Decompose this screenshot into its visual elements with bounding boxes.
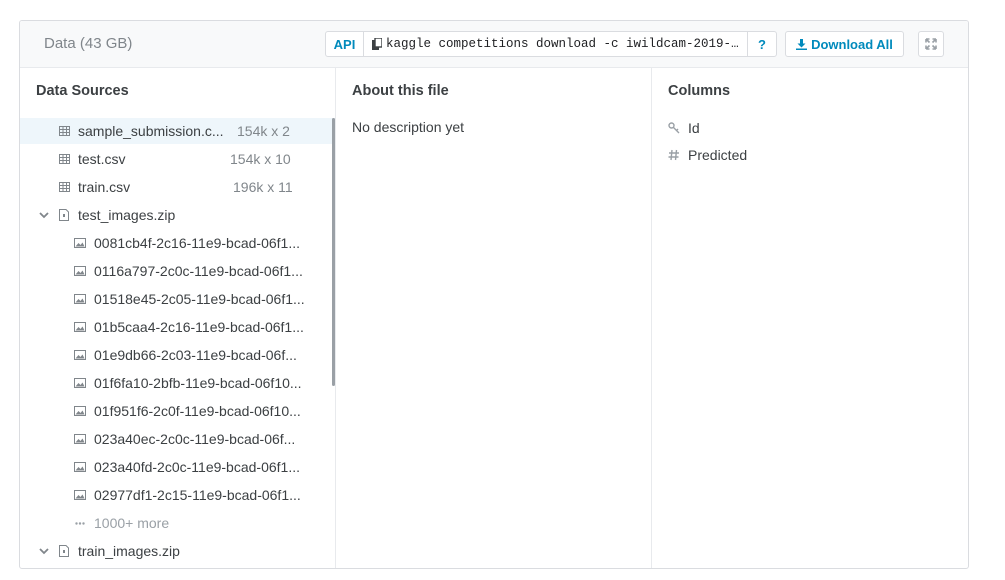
hash-icon: [668, 149, 679, 161]
image-name: 02977df1-2c15-11e9-bcad-06f1...: [94, 487, 301, 503]
file-row-test-csv[interactable]: test.csv 154k x 10: [20, 146, 335, 172]
data-header: Data (43 GB) API kaggle competitions dow…: [20, 21, 968, 68]
image-name: 01f951f6-2c0f-11e9-bcad-06f10...: [94, 403, 301, 419]
folder-name: train_images.zip: [78, 543, 180, 559]
columns-column: Columns Id Predicted: [652, 68, 968, 568]
column-item-predicted[interactable]: Predicted: [668, 147, 747, 163]
file-name: train.csv: [78, 179, 131, 195]
image-icon: [74, 322, 86, 332]
api-command-box: API kaggle competitions download -c iwil…: [325, 31, 777, 57]
image-row[interactable]: 02977df1-2c15-11e9-bcad-06f1...: [20, 482, 335, 508]
api-command-text: kaggle competitions download -c iwildcam…: [386, 37, 746, 51]
image-icon: [74, 406, 86, 416]
api-button[interactable]: API: [326, 32, 364, 56]
file-dimensions: 154k x 10: [230, 151, 291, 167]
file-tree: sample_submission.c... 154k x 2 test.csv…: [20, 118, 335, 568]
image-name: 01b5caa4-2c16-11e9-bcad-06f1...: [94, 319, 304, 335]
image-row[interactable]: 01f951f6-2c0f-11e9-bcad-06f10...: [20, 398, 335, 424]
about-file-title: About this file: [352, 83, 449, 99]
chevron-down-icon[interactable]: [39, 547, 49, 555]
folder-name: test_images.zip: [78, 207, 176, 223]
file-dimensions: 154k x 2: [237, 123, 290, 139]
table-icon: [59, 182, 70, 192]
expand-button[interactable]: [918, 31, 944, 57]
image-row[interactable]: 0116a797-2c0c-11e9-bcad-06f1...: [20, 258, 335, 284]
image-icon: [74, 378, 86, 388]
folder-row-train-images[interactable]: train_images.zip: [20, 538, 335, 564]
table-icon: [59, 154, 70, 164]
key-icon: [668, 122, 680, 134]
help-button[interactable]: ?: [747, 32, 776, 56]
image-name: 0116a797-2c0c-11e9-bcad-06f1...: [94, 263, 303, 279]
tree-scrollbar[interactable]: [332, 118, 335, 386]
file-name: test.csv: [78, 151, 126, 167]
column-item-id[interactable]: Id: [668, 120, 700, 136]
about-file-column: About this file No description yet: [336, 68, 652, 568]
image-row[interactable]: 01e9db66-2c03-11e9-bcad-06f...: [20, 342, 335, 368]
image-icon: [74, 434, 86, 444]
image-row[interactable]: 0081cb4f-2c16-11e9-bcad-06f1...: [20, 230, 335, 256]
download-all-button[interactable]: Download All: [785, 31, 904, 57]
columns-title: Columns: [668, 83, 731, 99]
zip-file-icon: [59, 209, 69, 221]
file-description: No description yet: [352, 119, 465, 135]
file-row-sample-submission[interactable]: sample_submission.c... 154k x 2: [20, 118, 335, 144]
image-icon: [74, 350, 86, 360]
download-icon: [796, 38, 808, 50]
file-row-train-csv[interactable]: train.csv 196k x 11: [20, 174, 335, 200]
folder-row-test-images[interactable]: test_images.zip: [20, 202, 335, 228]
image-row[interactable]: 023a40ec-2c0c-11e9-bcad-06f...: [20, 426, 335, 452]
zip-file-icon: [59, 545, 69, 557]
image-name: 0081cb4f-2c16-11e9-bcad-06f1...: [94, 235, 300, 251]
column-name: Id: [688, 120, 700, 136]
chevron-down-icon[interactable]: [39, 211, 49, 219]
data-panel: Data (43 GB) API kaggle competitions dow…: [19, 20, 969, 569]
image-icon: [74, 462, 86, 472]
copy-icon[interactable]: [372, 38, 382, 50]
table-icon: [59, 126, 70, 136]
image-row[interactable]: 01f6fa10-2bfb-11e9-bcad-06f10...: [20, 370, 335, 396]
image-name: 01f6fa10-2bfb-11e9-bcad-06f10...: [94, 375, 302, 391]
image-name: 023a40fd-2c0c-11e9-bcad-06f1...: [94, 459, 300, 475]
image-icon: [74, 238, 86, 248]
image-name: 023a40ec-2c0c-11e9-bcad-06f...: [94, 431, 296, 447]
image-row[interactable]: 01b5caa4-2c16-11e9-bcad-06f1...: [20, 314, 335, 340]
data-size-title: Data (43 GB): [44, 35, 133, 52]
data-sources-title: Data Sources: [36, 83, 129, 99]
more-files-link[interactable]: 1000+ more: [20, 510, 335, 536]
column-name: Predicted: [688, 147, 748, 163]
file-name: sample_submission.c...: [78, 123, 224, 139]
api-command[interactable]: kaggle competitions download -c iwildcam…: [364, 32, 747, 56]
image-row[interactable]: 023a40fd-2c0c-11e9-bcad-06f1...: [20, 454, 335, 480]
image-name: 01518e45-2c05-11e9-bcad-06f1...: [94, 291, 305, 307]
image-row[interactable]: 01518e45-2c05-11e9-bcad-06f1...: [20, 286, 335, 312]
image-icon: [74, 266, 86, 276]
file-dimensions: 196k x 11: [233, 179, 293, 195]
image-icon: [74, 294, 86, 304]
image-icon: [74, 490, 86, 500]
ellipsis-icon: [75, 521, 85, 525]
expand-icon: [925, 38, 937, 50]
image-name: 01e9db66-2c03-11e9-bcad-06f...: [94, 347, 297, 363]
download-all-label: Download All: [811, 36, 893, 52]
data-sources-column: Data Sources sample_submission.c... 154k…: [20, 68, 336, 568]
more-files-label: 1000+ more: [94, 515, 170, 531]
